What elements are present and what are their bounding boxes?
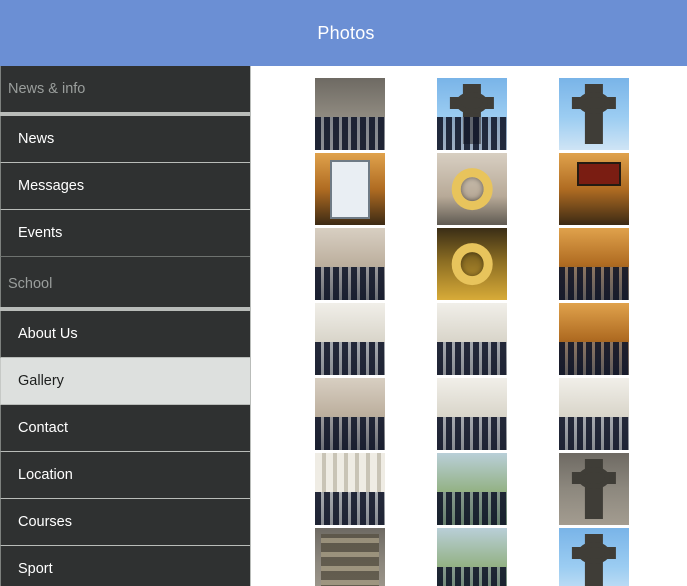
photo-thumbnail-detail xyxy=(320,533,380,586)
photo-thumbnail-detail xyxy=(577,161,621,187)
photo-thumbnail-detail xyxy=(315,341,385,375)
photo-students-in-gallery[interactable] xyxy=(315,228,385,300)
sidebar-item-sport[interactable]: Sport xyxy=(0,546,250,586)
gallery-content xyxy=(251,66,687,586)
page-header: Photos xyxy=(0,0,687,66)
photo-thumbnail-detail xyxy=(330,160,370,220)
photo-thumbnail-detail xyxy=(559,341,629,375)
photo-group-building-portico[interactable] xyxy=(315,453,385,525)
sidebar-section-header: News & info xyxy=(0,66,250,112)
photo-group-portrait-steps[interactable] xyxy=(559,378,629,450)
photo-graveyard-students[interactable] xyxy=(437,528,507,586)
sidebar-item-gallery[interactable]: Gallery xyxy=(0,358,250,405)
photo-gold-torc-closeup[interactable] xyxy=(437,228,507,300)
photo-thumbnail-detail xyxy=(315,116,385,150)
photo-group-on-steps-a[interactable] xyxy=(315,303,385,375)
photo-celtic-cross-group[interactable] xyxy=(437,78,507,150)
gallery-page: Photos News & info News Messages Events Scho… xyxy=(0,0,687,586)
photo-grid xyxy=(315,78,655,586)
sidebar-item-contact[interactable]: Contact xyxy=(0,405,250,452)
photo-thumbnail-detail xyxy=(315,416,385,450)
photo-castle-window-group[interactable] xyxy=(315,78,385,150)
photo-group-on-steps-b[interactable] xyxy=(437,303,507,375)
photo-thumbnail-detail xyxy=(315,453,385,494)
photo-museum-display-case[interactable] xyxy=(315,153,385,225)
sidebar-item-location[interactable]: Location xyxy=(0,452,250,499)
photo-students-guitar[interactable] xyxy=(315,378,385,450)
photo-gold-torcs-table[interactable] xyxy=(437,153,507,225)
photo-thumbnail-detail xyxy=(572,83,617,145)
photo-thumbnail-detail xyxy=(437,116,507,150)
photo-bronze-relief-panel[interactable] xyxy=(315,528,385,586)
photo-thumbnail-detail xyxy=(437,566,507,586)
photo-high-cross-sky[interactable] xyxy=(559,528,629,586)
sidebar-item-about-us[interactable]: About Us xyxy=(0,311,250,358)
photo-thumbnail-detail xyxy=(559,266,629,300)
photo-carved-cross-head[interactable] xyxy=(559,453,629,525)
photo-thumbnail-detail xyxy=(451,168,493,210)
page-title: Photos xyxy=(317,23,375,43)
sidebar-item-messages[interactable]: Messages xyxy=(0,163,250,210)
photo-thumbnail-detail xyxy=(437,416,507,450)
photo-student-by-exhibit[interactable] xyxy=(559,153,629,225)
photo-thumbnail-detail xyxy=(451,243,493,285)
photo-thumbnail-detail xyxy=(437,491,507,525)
photo-thumbnail-detail xyxy=(315,266,385,300)
photo-garden-pond-student[interactable] xyxy=(437,453,507,525)
sidebar-section-header: School xyxy=(0,261,250,307)
photo-round-tower-crosses[interactable] xyxy=(559,78,629,150)
photo-thumbnail-detail xyxy=(572,533,617,586)
photo-thumbnail-detail xyxy=(572,458,617,520)
sidebar-item-news[interactable]: News xyxy=(0,116,250,163)
photo-students-seated-shop[interactable] xyxy=(559,303,629,375)
sidebar-item-events[interactable]: Events xyxy=(0,210,250,257)
photo-students-museum-hall[interactable] xyxy=(559,228,629,300)
photo-thumbnail-detail xyxy=(437,341,507,375)
sidebar-navigation: News & info News Messages Events School About… xyxy=(0,66,251,586)
photo-thumbnail-detail xyxy=(559,416,629,450)
photo-thumbnail-detail xyxy=(315,491,385,525)
sidebar-item-courses[interactable]: Courses xyxy=(0,499,250,546)
photo-two-people-talking[interactable] xyxy=(437,378,507,450)
